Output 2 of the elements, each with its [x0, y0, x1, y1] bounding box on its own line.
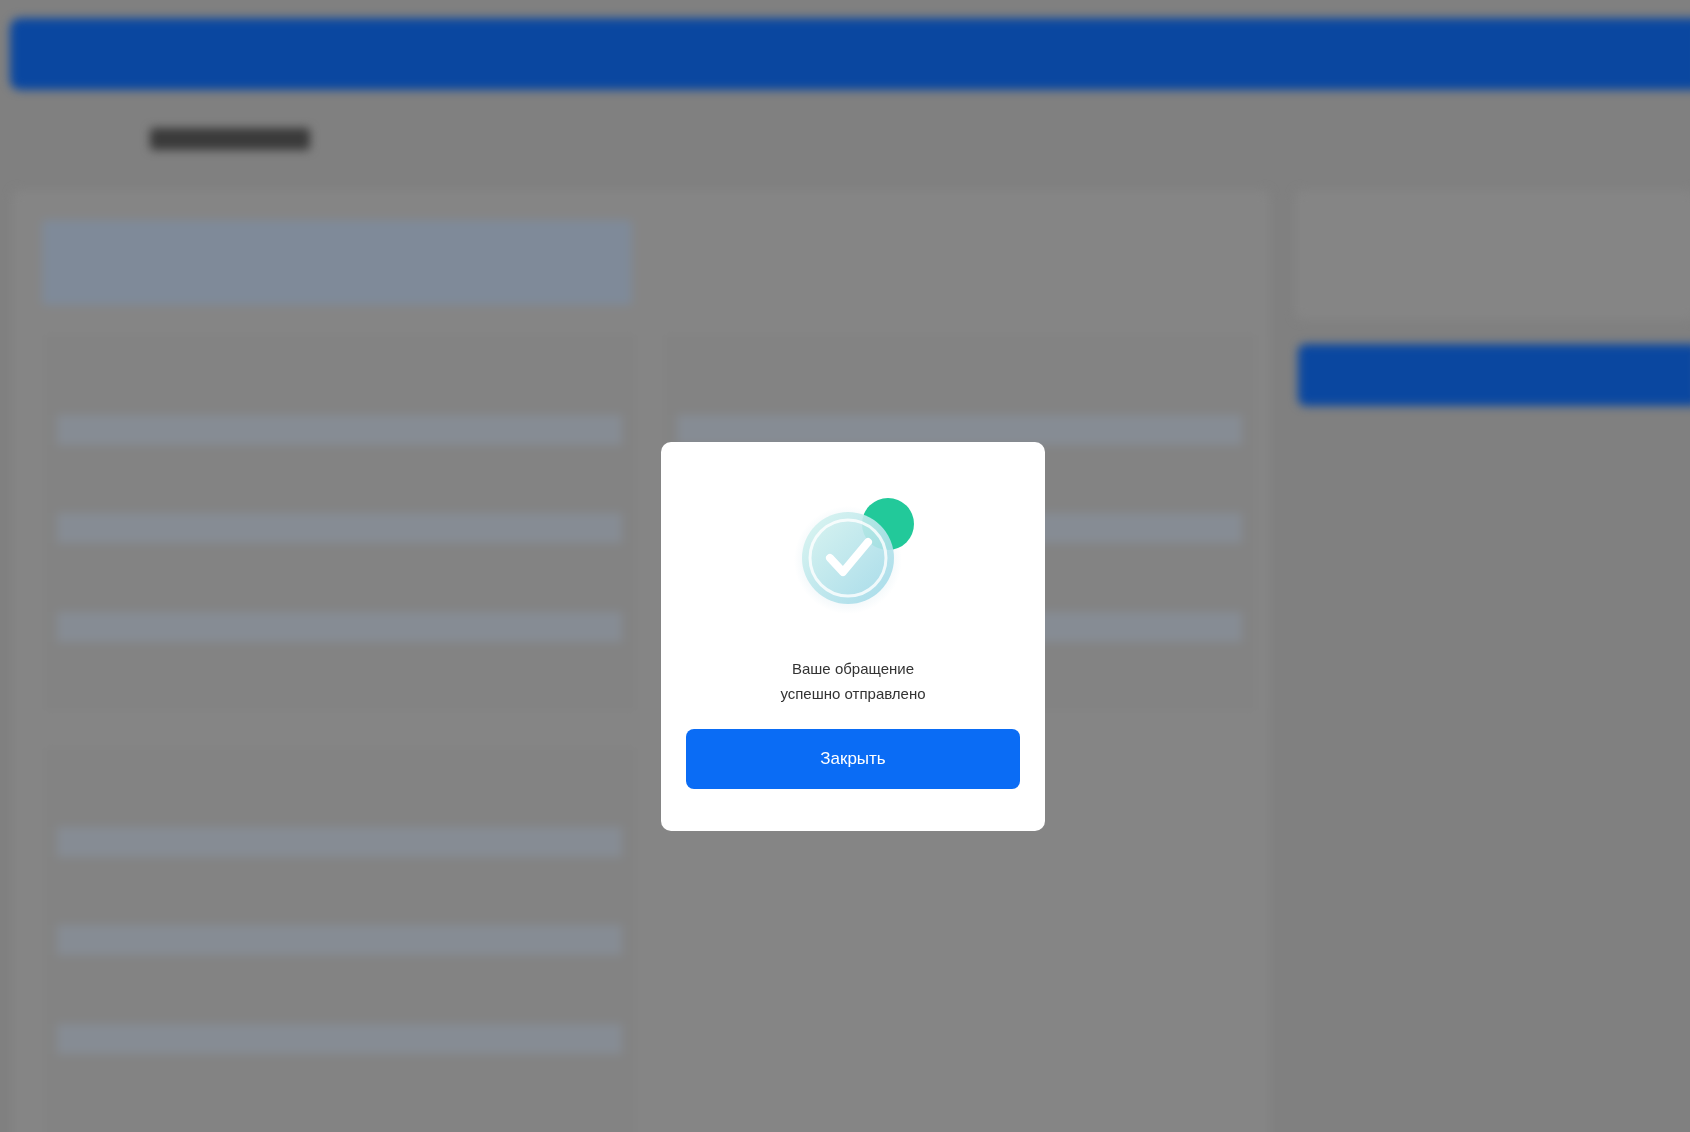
close-button[interactable]: Закрыть: [686, 729, 1020, 789]
success-message: Ваше обращение успешно отправлено: [779, 659, 927, 704]
